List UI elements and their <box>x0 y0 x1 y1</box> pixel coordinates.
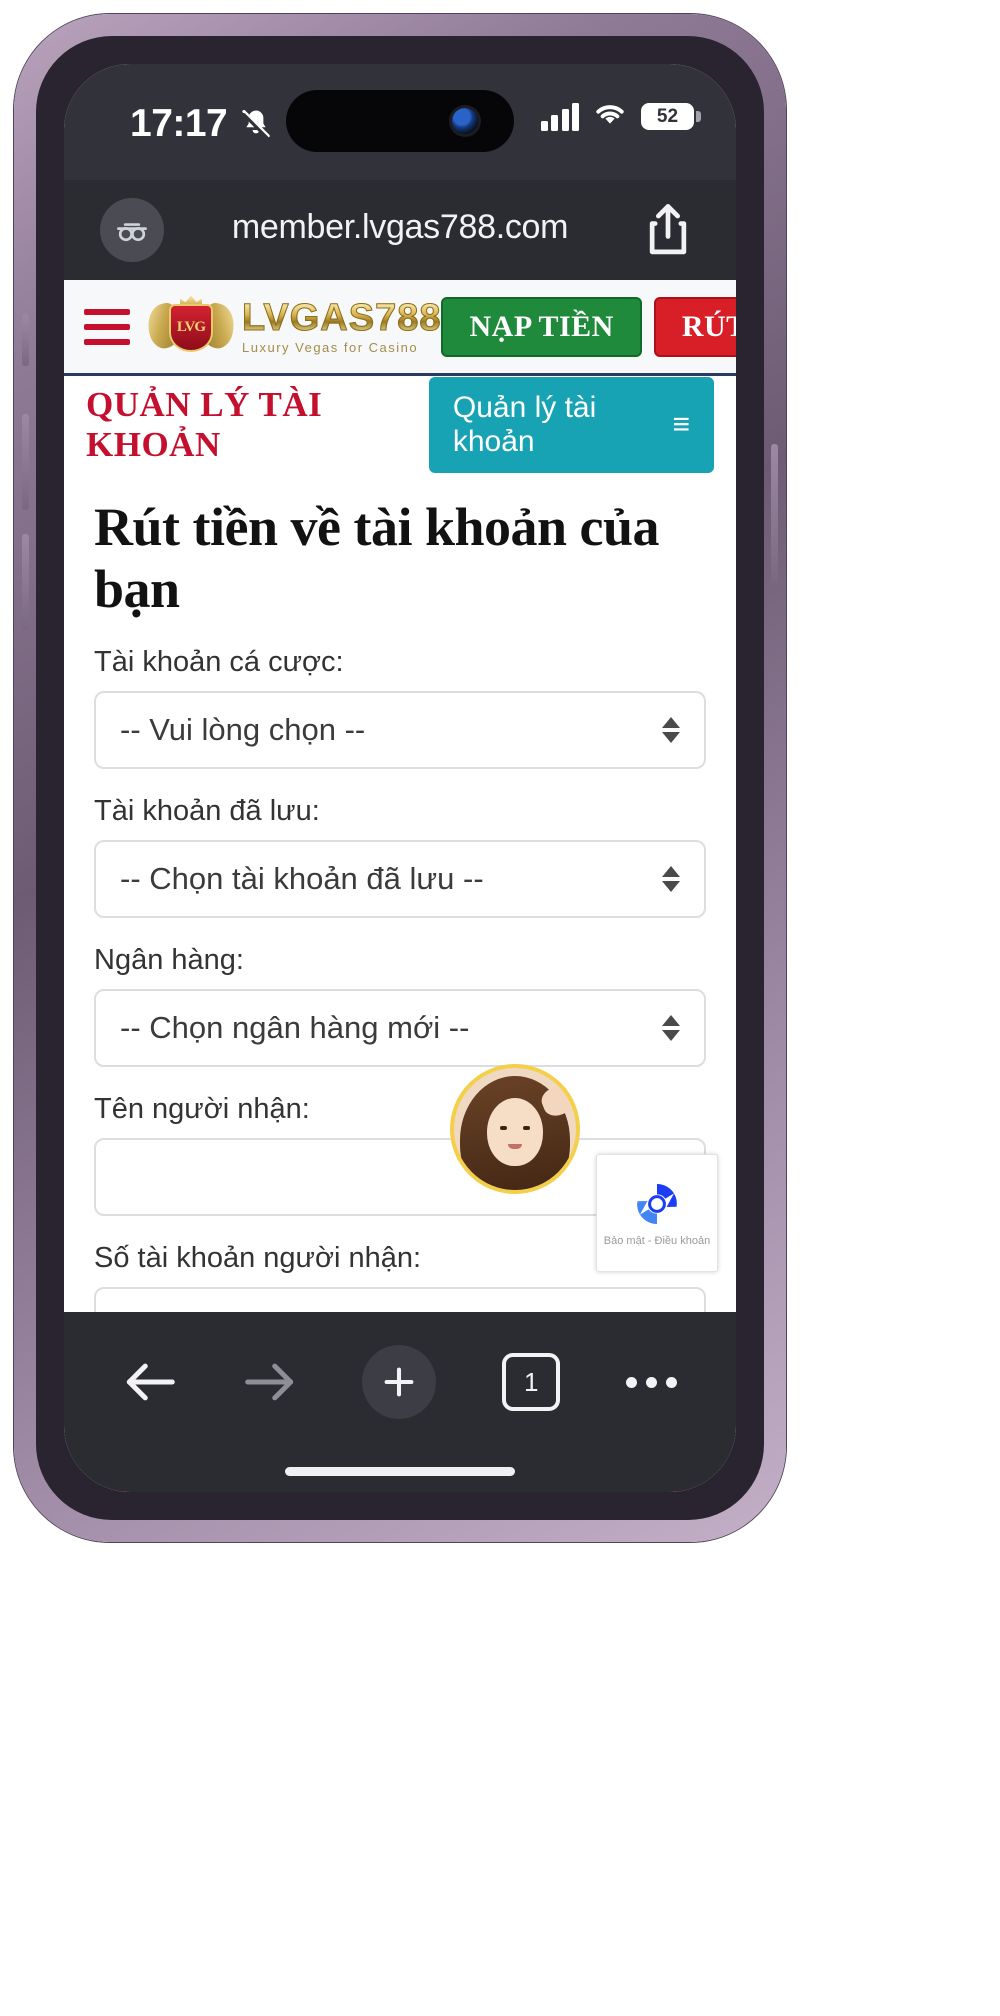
recaptcha-badge[interactable]: Bảo mật - Điều khoản <box>596 1154 718 1272</box>
lvgas788-crest-logo: LVG <box>143 295 239 358</box>
chevron-updown-icon <box>662 866 680 892</box>
header-actions: NẠP TIỀN RÚT TIỀN <box>441 296 736 357</box>
phone-screen-area: 17:17 52 member.lvgas788.com LVG LVGAS78… <box>64 64 736 1492</box>
dynamic-island <box>286 90 514 152</box>
field-label: Tài khoản cá cược: <box>94 646 344 678</box>
phone-device-frame: 17:17 52 member.lvgas788.com LVG LVGAS78… <box>14 14 786 1542</box>
screen: 17:17 52 member.lvgas788.com LVG LVGAS78… <box>64 64 736 1492</box>
site-logo[interactable]: LVG LVGAS788 Luxury Vegas for Casino <box>143 295 442 358</box>
avatar-eye-left <box>500 1126 507 1130</box>
mute-switch[interactable] <box>22 314 29 366</box>
site-header: LVG LVGAS788 Luxury Vegas for Casino NẠP… <box>64 280 736 376</box>
betting-account-select[interactable]: -- Vui lòng chọn -- <box>94 691 706 769</box>
power-button[interactable] <box>771 444 778 584</box>
shield-icon: LVG <box>169 303 213 352</box>
url-text[interactable]: member.lvgas788.com <box>64 208 736 247</box>
chevron-updown-icon <box>662 1015 680 1041</box>
account-bar-title: QUẢN LÝ TÀI KHOẢN <box>86 385 323 464</box>
field-label: Tên người nhận: <box>94 1093 310 1125</box>
avatar-mouth <box>508 1144 522 1149</box>
brand-name: LVGAS788 <box>241 297 442 339</box>
select-value: -- Chọn tài khoản đã lưu -- <box>120 861 484 896</box>
cellular-bars-icon <box>540 102 579 131</box>
avatar-face <box>487 1098 543 1166</box>
bank-select[interactable]: -- Chọn ngân hàng mới -- <box>94 989 706 1067</box>
select-value: -- Vui lòng chọn -- <box>120 712 366 747</box>
field-label: Ngân hàng: <box>94 944 244 976</box>
page-title: Rút tiền về tài khoản của bạn <box>94 497 660 619</box>
browser-toolbar: 1 <box>64 1312 736 1492</box>
brand-text: LVGAS788 Luxury Vegas for Casino <box>241 297 442 355</box>
field-bank: Ngân hàng: -- Chọn ngân hàng mới -- <box>94 944 706 1067</box>
brand-tagline: Luxury Vegas for Casino <box>242 340 419 355</box>
new-tab-button[interactable] <box>362 1345 437 1419</box>
hamburger-menu-icon: ≡ <box>672 408 690 441</box>
recipient-account-input[interactable] <box>94 1287 706 1312</box>
web-content: LVG LVGAS788 Luxury Vegas for Casino NẠP… <box>64 280 736 1312</box>
wifi-icon <box>592 100 628 133</box>
tab-count: 1 <box>524 1366 539 1397</box>
phone-bezel: 17:17 52 member.lvgas788.com LVG LVGAS78… <box>36 36 764 1520</box>
support-agent-avatar[interactable] <box>450 1064 580 1194</box>
back-arrow-icon[interactable] <box>123 1359 177 1405</box>
status-time: 17:17 <box>130 102 228 145</box>
home-indicator <box>285 1467 515 1476</box>
status-bar: 17:17 52 <box>64 64 736 180</box>
bell-slash-icon <box>239 107 273 141</box>
more-dots-icon[interactable] <box>626 1376 678 1388</box>
saved-account-select[interactable]: -- Chọn tài khoản đã lưu -- <box>94 840 706 918</box>
status-icons: 52 <box>540 100 701 133</box>
deposit-button[interactable]: NẠP TIỀN <box>441 296 642 357</box>
avatar-eye-right <box>523 1126 530 1130</box>
hamburger-menu-icon[interactable] <box>84 308 130 345</box>
recaptcha-icon <box>630 1177 684 1231</box>
field-label: Tài khoản đã lưu: <box>94 795 320 827</box>
forward-arrow-icon[interactable] <box>243 1359 297 1405</box>
chevron-updown-icon <box>662 717 680 743</box>
field-betting-account: Tài khoản cá cược: -- Vui lòng chọn -- <box>94 646 706 769</box>
account-bar: QUẢN LÝ TÀI KHOẢN Quản lý tài khoản ≡ <box>64 376 736 474</box>
battery-percent: 52 <box>656 106 679 127</box>
field-saved-account: Tài khoản đã lưu: -- Chọn tài khoản đã l… <box>94 795 706 918</box>
share-icon[interactable] <box>640 200 696 260</box>
tab-overview-button[interactable]: 1 <box>502 1353 561 1411</box>
select-value: -- Chọn ngân hàng mới -- <box>120 1010 470 1045</box>
volume-up-button[interactable] <box>22 414 29 510</box>
front-camera <box>452 108 478 134</box>
recaptcha-text: Bảo mật - Điều khoản <box>603 1235 711 1248</box>
browser-url-bar[interactable]: member.lvgas788.com <box>64 180 736 280</box>
account-menu-label: Quản lý tài khoản <box>452 391 597 458</box>
withdraw-button[interactable]: RÚT TIỀN <box>653 296 736 357</box>
volume-down-button[interactable] <box>22 534 29 630</box>
battery-indicator: 52 <box>641 103 701 130</box>
account-menu-button[interactable]: Quản lý tài khoản ≡ <box>428 377 714 473</box>
